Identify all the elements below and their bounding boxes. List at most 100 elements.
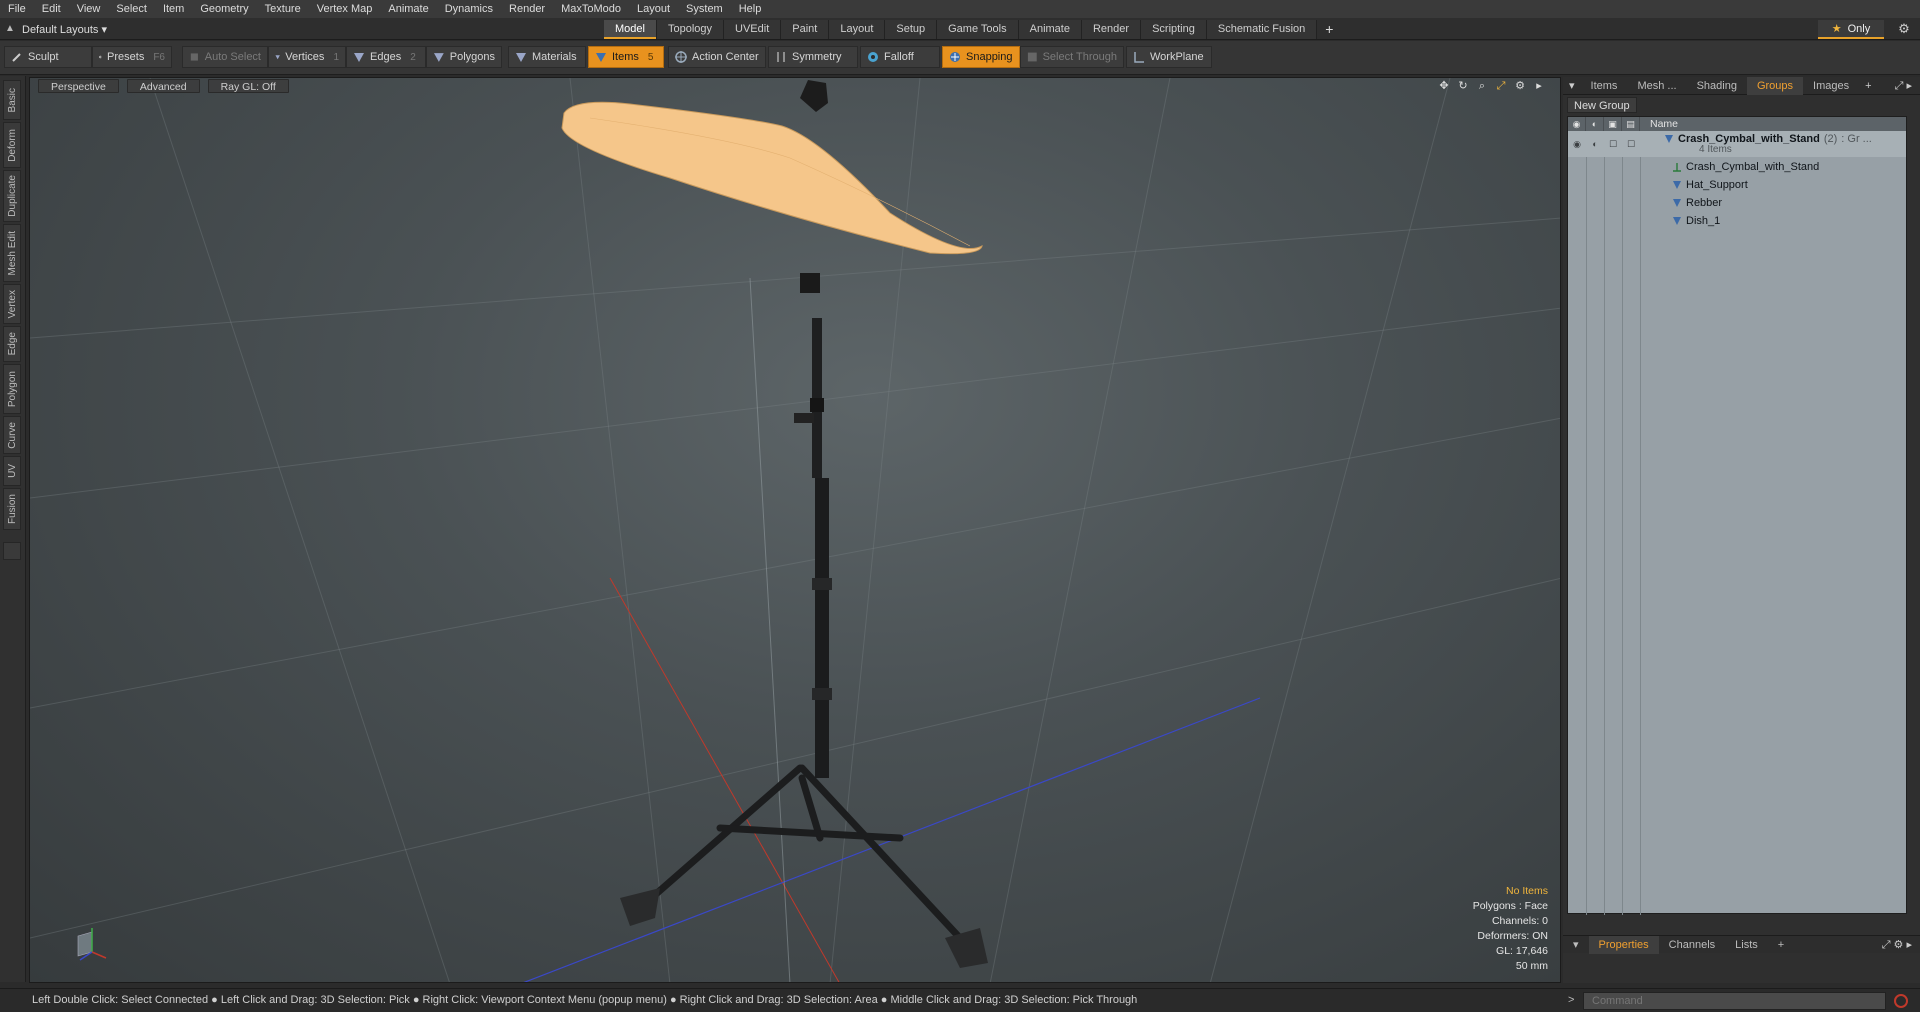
perspective-button[interactable]: Perspective — [38, 79, 119, 93]
menu-item-select[interactable]: Select — [108, 0, 155, 18]
advanced-button[interactable]: Advanced — [126, 79, 200, 93]
zoom-icon[interactable]: ⌕ — [1475, 79, 1489, 93]
add-layout-tab-button[interactable]: + — [1317, 20, 1341, 40]
left-tab-deform[interactable]: Deform — [3, 122, 21, 168]
polygons-icon — [433, 53, 444, 62]
maximize-icon[interactable]: ⤢ — [1494, 79, 1508, 93]
menu-item-maxtomodo[interactable]: MaxToModo — [553, 0, 629, 18]
group-child-row[interactable]: Rebber — [1568, 195, 1906, 211]
sculpt-button[interactable]: Sculpt — [4, 46, 92, 68]
record-icon[interactable] — [1894, 994, 1908, 1008]
group-row-root[interactable]: ◉ ◐ ☐ ☐ Crash_Cymbal_with_Stand (2) : Gr… — [1568, 131, 1906, 157]
properties-tab-channels[interactable]: Channels — [1659, 936, 1725, 954]
group-child-row[interactable]: Crash_Cymbal_with_Stand — [1568, 159, 1906, 175]
layout-tab-scripting[interactable]: Scripting — [1141, 20, 1207, 39]
left-tab-duplicate[interactable]: Duplicate — [3, 170, 21, 222]
left-tab-fusion[interactable]: Fusion — [3, 488, 21, 530]
auto-select-button[interactable]: Auto Select — [182, 46, 268, 68]
select-icon[interactable]: ▤ — [1622, 117, 1640, 131]
menu-item-render[interactable]: Render — [501, 0, 553, 18]
gear-icon[interactable]: ⚙ — [1896, 21, 1912, 37]
vertices-button[interactable]: Vertices 1 — [268, 46, 346, 68]
left-tab-edge[interactable]: Edge — [3, 326, 21, 362]
auto-select-label: Auto Select — [204, 51, 261, 63]
menu-item-system[interactable]: System — [678, 0, 731, 18]
edges-button[interactable]: Edges 2 — [346, 46, 426, 68]
row-lock-icon[interactable]: ☐ — [1604, 137, 1622, 151]
left-tab-uv[interactable]: UV — [3, 456, 21, 486]
left-tab-vertex[interactable]: Vertex — [3, 284, 21, 324]
menu-item-dynamics[interactable]: Dynamics — [437, 0, 501, 18]
layout-tab-paint[interactable]: Paint — [781, 20, 830, 39]
add-right-tab-button[interactable]: + — [1859, 80, 1877, 92]
only-button[interactable]: ★ Only — [1818, 20, 1884, 39]
properties-tab-lists[interactable]: Lists — [1725, 936, 1768, 954]
layout-tab-render[interactable]: Render — [1081, 20, 1142, 39]
menu-item-edit[interactable]: Edit — [34, 0, 69, 18]
visibility-icon[interactable]: ◉ — [1568, 117, 1586, 131]
row-select-icon[interactable]: ☐ — [1622, 137, 1640, 151]
properties-menu-icon[interactable]: ▾ — [1563, 936, 1589, 954]
left-tab-basic[interactable]: Basic — [3, 80, 21, 120]
left-tab-polygon[interactable]: Polygon — [3, 364, 21, 414]
right-tab-images[interactable]: Images — [1803, 77, 1859, 95]
raygl-button[interactable]: Ray GL: Off — [207, 79, 289, 93]
layout-selector[interactable]: ▲ Default Layouts ▾ — [4, 20, 107, 38]
materials-button[interactable]: Materials — [508, 46, 586, 68]
snapping-button[interactable]: Snapping — [942, 46, 1020, 68]
layout-tab-setup[interactable]: Setup — [885, 20, 938, 39]
right-tab-shading[interactable]: Shading — [1687, 77, 1747, 95]
select-through-button[interactable]: Select Through — [1020, 46, 1124, 68]
polygons-button[interactable]: Polygons — [426, 46, 502, 68]
name-column-header: Name — [1650, 118, 1679, 130]
left-tab-curve[interactable]: Curve — [3, 416, 21, 454]
pan-icon[interactable]: ✥ — [1437, 79, 1451, 93]
row-visibility-icon[interactable]: ◉ — [1568, 137, 1586, 151]
menu-item-help[interactable]: Help — [731, 0, 770, 18]
workplane-button[interactable]: WorkPlane — [1126, 46, 1212, 68]
viewport-gear-icon[interactable]: ⚙ — [1513, 79, 1527, 93]
new-group-button[interactable]: New Group — [1567, 97, 1637, 113]
layout-tab-topology[interactable]: Topology — [656, 20, 725, 39]
row-render-icon[interactable]: ◐ — [1586, 137, 1604, 151]
falloff-button[interactable]: Falloff — [860, 46, 940, 68]
menu-item-view[interactable]: View — [69, 0, 109, 18]
group-child-row[interactable]: Hat_Support — [1568, 177, 1906, 193]
layout-tab-game-tools[interactable]: Game Tools — [937, 20, 1019, 39]
locator-icon — [1673, 163, 1681, 172]
add-properties-tab-button[interactable]: + — [1768, 936, 1794, 954]
presets-button[interactable]: Presets F6 — [92, 46, 172, 68]
3d-viewport[interactable]: Perspective Advanced Ray GL: Off ✥ ↻ ⌕ ⤢… — [29, 77, 1561, 983]
rotate-icon[interactable]: ↻ — [1456, 79, 1470, 93]
group-child-row[interactable]: Dish_1 — [1568, 213, 1906, 229]
layout-tab-animate[interactable]: Animate — [1018, 20, 1082, 39]
lock-icon[interactable]: ▣ — [1604, 117, 1622, 131]
menu-item-vertex-map[interactable]: Vertex Map — [309, 0, 381, 18]
panel-menu-icon[interactable]: ▾ — [1563, 79, 1581, 92]
viewport-menu-icon[interactable]: ▸ — [1532, 79, 1546, 93]
menu-item-file[interactable]: File — [0, 0, 34, 18]
menu-item-animate[interactable]: Animate — [380, 0, 436, 18]
action-center-button[interactable]: Action Center — [668, 46, 766, 68]
menu-item-item[interactable]: Item — [155, 0, 192, 18]
left-tab-mesh-edit[interactable]: Mesh Edit — [3, 224, 21, 282]
expand-panel-icon[interactable]: ⤢ ▸ — [1895, 79, 1912, 93]
left-tab-label: Curve — [6, 421, 18, 449]
command-input[interactable] — [1583, 992, 1886, 1010]
symmetry-button[interactable]: Symmetry — [768, 46, 858, 68]
right-tab-mesh[interactable]: Mesh ... — [1627, 77, 1686, 95]
right-tab-items[interactable]: Items — [1581, 77, 1628, 95]
render-icon[interactable]: ◐ — [1586, 117, 1604, 131]
layout-tab-schematic-fusion[interactable]: Schematic Fusion — [1206, 20, 1318, 39]
items-button[interactable]: Items 5 — [588, 46, 664, 68]
layout-tab-layout[interactable]: Layout — [829, 20, 886, 39]
properties-tab-properties[interactable]: Properties — [1588, 935, 1659, 954]
menu-item-geometry[interactable]: Geometry — [192, 0, 256, 18]
left-strip-toggle[interactable] — [3, 542, 21, 560]
layout-tab-uvedit[interactable]: UVEdit — [724, 20, 782, 39]
right-tab-groups[interactable]: Groups — [1746, 76, 1804, 95]
layout-tab-model[interactable]: Model — [604, 20, 657, 39]
menu-item-texture[interactable]: Texture — [257, 0, 309, 18]
properties-expand-icon[interactable]: ⤢ ⚙ ▸ — [1882, 938, 1912, 952]
menu-item-layout[interactable]: Layout — [629, 0, 678, 18]
